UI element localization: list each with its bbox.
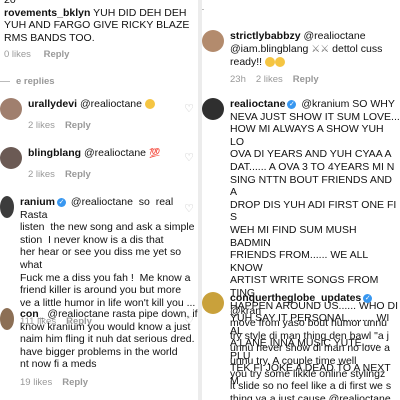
hundred-emoji-icon: 💯	[148, 148, 161, 158]
avatar[interactable]	[202, 292, 224, 314]
reply-button[interactable]: Reply	[293, 74, 319, 85]
heart-icon[interactable]: ♡	[184, 314, 194, 327]
reply-button[interactable]: Reply	[62, 377, 88, 388]
hide-replies-link[interactable]: e replies	[0, 76, 198, 87]
like-count[interactable]: 2 likes	[28, 169, 55, 180]
comment-con: con_ @realioctane rasta pipe down, if kn…	[0, 308, 198, 388]
like-count[interactable]: 2 likes	[256, 74, 283, 85]
comment-username[interactable]: realioctane	[230, 98, 285, 110]
reply-button[interactable]: Reply	[65, 169, 91, 180]
like-count[interactable]: 0 likes	[4, 49, 31, 60]
verified-badge-icon: ✓	[287, 99, 297, 109]
comment-username[interactable]: conquertheglobe_updates	[230, 292, 361, 304]
comment-username[interactable]: urallydevi	[28, 98, 77, 110]
comment-conquertheglobe: conquertheglobe_updates ✓ @kran move from…	[202, 292, 400, 400]
verified-badge-icon: ✓	[57, 197, 67, 207]
avatar[interactable]	[0, 308, 14, 330]
timestamp: 23h	[230, 73, 246, 85]
heart-icon[interactable]: ♡	[184, 202, 194, 215]
avatar[interactable]	[0, 98, 22, 120]
comment-blingblang: blingblang @realioctane 💯 2 likes Reply ♡	[0, 147, 198, 180]
comment-mention[interactable]: @realioctane	[81, 147, 149, 159]
comment-meta: 0 likes Reply	[4, 49, 198, 60]
reply-button[interactable]: Reply	[44, 49, 70, 60]
comment-username[interactable]: rovements_bklyn	[4, 7, 90, 19]
avatar[interactable]	[0, 196, 14, 218]
smile-emoji-icon	[265, 57, 276, 68]
comment-username[interactable]: blingblang	[28, 147, 81, 159]
avatar[interactable]	[202, 98, 224, 120]
heart-icon[interactable]: ♡	[184, 151, 194, 164]
comment-text: @realioctane rasta pipe down, if know kr…	[20, 308, 198, 371]
right-comments-panel[interactable]: strictlybabbzy @realioctane @iam.blingbl…	[202, 0, 400, 400]
comment-strictlybabbzy: strictlybabbzy @realioctane @iam.blingbl…	[202, 30, 400, 85]
smile-emoji-icon	[275, 57, 286, 68]
like-count[interactable]: 2 likes	[28, 120, 55, 131]
verified-badge-icon: ✓	[363, 293, 373, 303]
avatar[interactable]	[202, 30, 224, 52]
comment-mention[interactable]: @realioctane	[77, 98, 145, 110]
hide-replies-link[interactable]	[202, 4, 400, 15]
like-count[interactable]: 19 likes	[20, 377, 52, 388]
left-comments-panel[interactable]: 20 rovements_bklyn YUH DID DEH DEH YUH A…	[0, 0, 198, 400]
comment-text: @kran move from yaso bout humor unnu try…	[230, 304, 392, 400]
comment-rovements: 20 rovements_bklyn YUH DID DEH DEH YUH A…	[4, 0, 198, 60]
comment-username[interactable]: strictlybabbzy	[230, 30, 301, 42]
comment-username[interactable]: con_	[20, 308, 45, 320]
comment-top-fragment: 20	[4, 0, 16, 6]
comment-username[interactable]: ranium	[20, 196, 55, 208]
avatar[interactable]	[0, 147, 22, 169]
comment-urallydevi: urallydevi @realioctane 2 likes Reply ♡	[0, 98, 198, 131]
heart-icon[interactable]: ♡	[184, 102, 194, 115]
smile-emoji-icon	[144, 99, 155, 110]
crossed-swords-icon: ⚔⚔	[311, 43, 330, 55]
reply-button[interactable]: Reply	[65, 120, 91, 131]
comment-text: @realioctane so real Rasta listen the ne…	[20, 196, 196, 309]
